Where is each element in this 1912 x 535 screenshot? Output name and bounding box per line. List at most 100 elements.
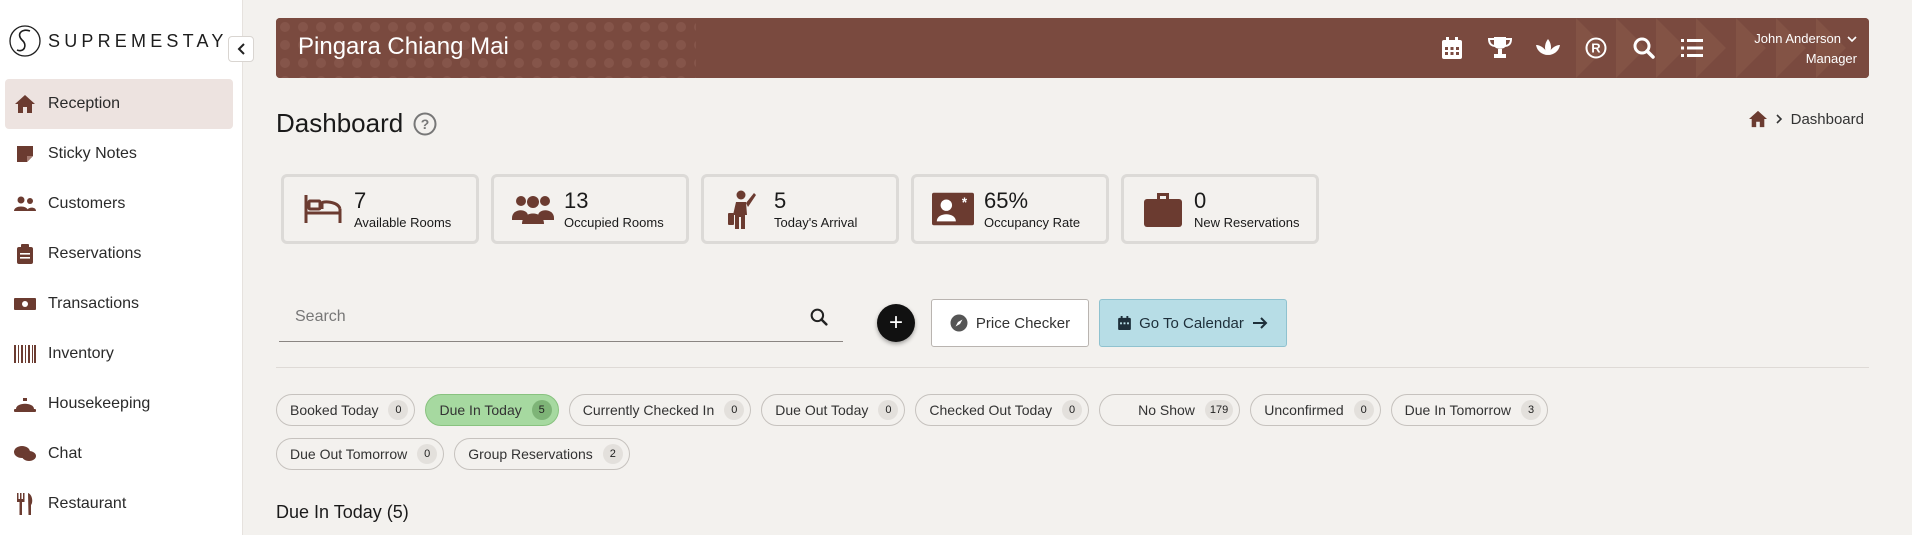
stat-label: Occupied Rooms <box>564 214 664 230</box>
stat-value: 5 <box>774 187 787 213</box>
svg-text:?: ? <box>421 116 430 132</box>
chevron-right-icon <box>1776 114 1782 124</box>
chip-label: Due In Today <box>439 402 522 418</box>
sidebar-item-sticky-notes[interactable]: Sticky Notes <box>5 129 233 179</box>
chip-count-badge: 0 <box>417 444 438 464</box>
filter-chip-due-out-tomorrow[interactable]: Due Out Tomorrow 0 <box>276 438 445 470</box>
divider <box>276 367 1869 368</box>
filter-chip-due-out-today[interactable]: Due Out Today 0 <box>761 394 906 426</box>
chip-count-badge: 0 <box>388 400 409 420</box>
stat-value: 0 <box>1194 187 1207 213</box>
utensils-icon <box>13 492 37 516</box>
sidebar-collapse-button[interactable] <box>228 36 254 62</box>
chip-label: Booked Today <box>290 402 379 418</box>
calendar-icon <box>1118 316 1131 330</box>
sidebar-item-label: Transactions <box>48 295 139 312</box>
stat-label: New Reservations <box>1194 214 1300 230</box>
sidebar-item-reservations[interactable]: Reservations <box>5 229 233 279</box>
header-icons: R <box>1428 33 1716 63</box>
sidebar-item-label: Customers <box>48 195 126 212</box>
home-icon[interactable] <box>1748 110 1768 128</box>
chip-label: Due In Tomorrow <box>1404 402 1511 418</box>
filter-chips: Booked Today 0 Due In Today 5 Currently … <box>276 394 1676 470</box>
stat-card-todays-arrival[interactable]: 5 Today's Arrival <box>701 174 899 244</box>
stat-card-occupied-rooms[interactable]: 13 Occupied Rooms <box>491 174 689 244</box>
sidebar-item-transactions[interactable]: Transactions <box>5 279 233 329</box>
stat-card-new-reservations[interactable]: 0 New Reservations <box>1121 174 1319 244</box>
stat-value: 7 <box>354 187 367 213</box>
sidebar: SUPREMESTAY Reception Sticky Notes Custo… <box>0 0 243 535</box>
sidebar-item-label: Chat <box>48 445 82 462</box>
barcode-icon <box>13 342 37 366</box>
logo-mark-icon <box>9 25 41 57</box>
person-arrival-icon <box>722 188 764 230</box>
add-button-label: + <box>888 309 903 336</box>
page-title: Dashboard ? <box>276 108 437 139</box>
filter-chip-due-in-tomorrow[interactable]: Due In Tomorrow 3 <box>1390 394 1548 426</box>
sidebar-item-housekeeping[interactable]: Housekeeping <box>5 379 233 429</box>
sidebar-item-inventory[interactable]: Inventory <box>5 329 233 379</box>
calendar-icon[interactable] <box>1428 33 1476 63</box>
search-icon[interactable] <box>1620 33 1668 63</box>
add-reservation-button[interactable]: + <box>877 304 915 342</box>
sidebar-item-label: Inventory <box>48 345 114 362</box>
search-input[interactable] <box>279 307 801 326</box>
stat-label: Available Rooms <box>354 214 452 230</box>
chip-count-badge: 3 <box>1521 400 1541 420</box>
filter-chip-unconfirmed[interactable]: Unconfirmed 0 <box>1250 394 1381 426</box>
group-icon <box>512 188 554 230</box>
go-to-calendar-button[interactable]: Go To Calendar <box>1099 299 1287 347</box>
sidebar-nav: Reception Sticky Notes Customers Reserva… <box>5 79 233 529</box>
logo-text: SUPREMESTAY <box>48 30 228 51</box>
lotus-icon[interactable] <box>1524 33 1572 63</box>
chip-count-badge: 0 <box>1062 400 1083 420</box>
sidebar-item-chat[interactable]: Chat <box>5 429 233 479</box>
header-bar: Pingara Chiang Mai R John Anderson Manag… <box>276 18 1869 78</box>
sidebar-item-label: Reservations <box>48 245 142 262</box>
bed-icon <box>302 188 344 230</box>
clipboard-icon <box>13 242 37 266</box>
stat-label: Occupancy Rate <box>984 214 1081 230</box>
help-icon[interactable]: ? <box>413 112 437 136</box>
arrow-right-icon <box>1252 317 1268 329</box>
sidebar-item-reception[interactable]: Reception <box>5 79 233 129</box>
bell-service-icon <box>13 392 37 416</box>
stat-card-available-rooms[interactable]: 7 Available Rooms <box>281 174 479 244</box>
logo[interactable]: SUPREMESTAY <box>8 22 228 60</box>
registered-icon[interactable]: R <box>1572 33 1620 63</box>
breadcrumb: Dashboard <box>1748 110 1864 128</box>
trophy-icon[interactable] <box>1476 33 1524 63</box>
search-field <box>279 292 843 342</box>
svg-text:*: * <box>962 195 968 210</box>
sidebar-item-restaurant[interactable]: Restaurant <box>5 479 233 529</box>
sidebar-item-customers[interactable]: Customers <box>5 179 233 229</box>
user-menu[interactable]: John Anderson Manager <box>1754 29 1857 69</box>
filter-chip-group-reservations[interactable]: Group Reservations 2 <box>454 438 630 470</box>
price-checker-label: Price Checker <box>975 314 1071 332</box>
chip-count-badge: 179 <box>1204 400 1234 420</box>
sidebar-item-label: Restaurant <box>48 495 127 512</box>
chip-count-badge: 2 <box>602 444 623 464</box>
users-icon <box>13 192 37 216</box>
filter-chip-checked-out-today[interactable]: Checked Out Today 0 <box>915 394 1090 426</box>
filter-chip-no-show[interactable]: No Show 179 <box>1099 394 1241 426</box>
sidebar-item-label: Housekeeping <box>48 395 151 412</box>
chip-label: Currently Checked In <box>582 402 715 418</box>
search-icon[interactable] <box>801 299 837 335</box>
chip-count-badge: 0 <box>1353 400 1374 420</box>
chat-icon <box>13 442 37 466</box>
sidebar-item-label: Reception <box>48 95 121 112</box>
stat-card-occupancy-rate[interactable]: * 65% Occupancy Rate <box>911 174 1109 244</box>
filter-chip-currently-checked-in[interactable]: Currently Checked In 0 <box>568 394 752 426</box>
price-checker-button[interactable]: Price Checker <box>931 299 1089 347</box>
list-icon[interactable] <box>1668 33 1716 63</box>
page-title-text: Dashboard <box>276 108 404 138</box>
stats-row: 7 Available Rooms 13 Occupied Rooms 5 To… <box>281 174 1319 244</box>
section-title: Due In Today (5) <box>276 502 409 522</box>
sidebar-item-label: Sticky Notes <box>48 145 137 162</box>
filter-chip-due-in-today[interactable]: Due In Today 5 <box>425 394 559 426</box>
hotel-name[interactable]: Pingara Chiang Mai <box>298 33 509 61</box>
user-role: Manager <box>1805 51 1857 66</box>
chip-label: Due Out Today <box>775 402 869 418</box>
filter-chip-booked-today[interactable]: Booked Today 0 <box>276 394 416 426</box>
